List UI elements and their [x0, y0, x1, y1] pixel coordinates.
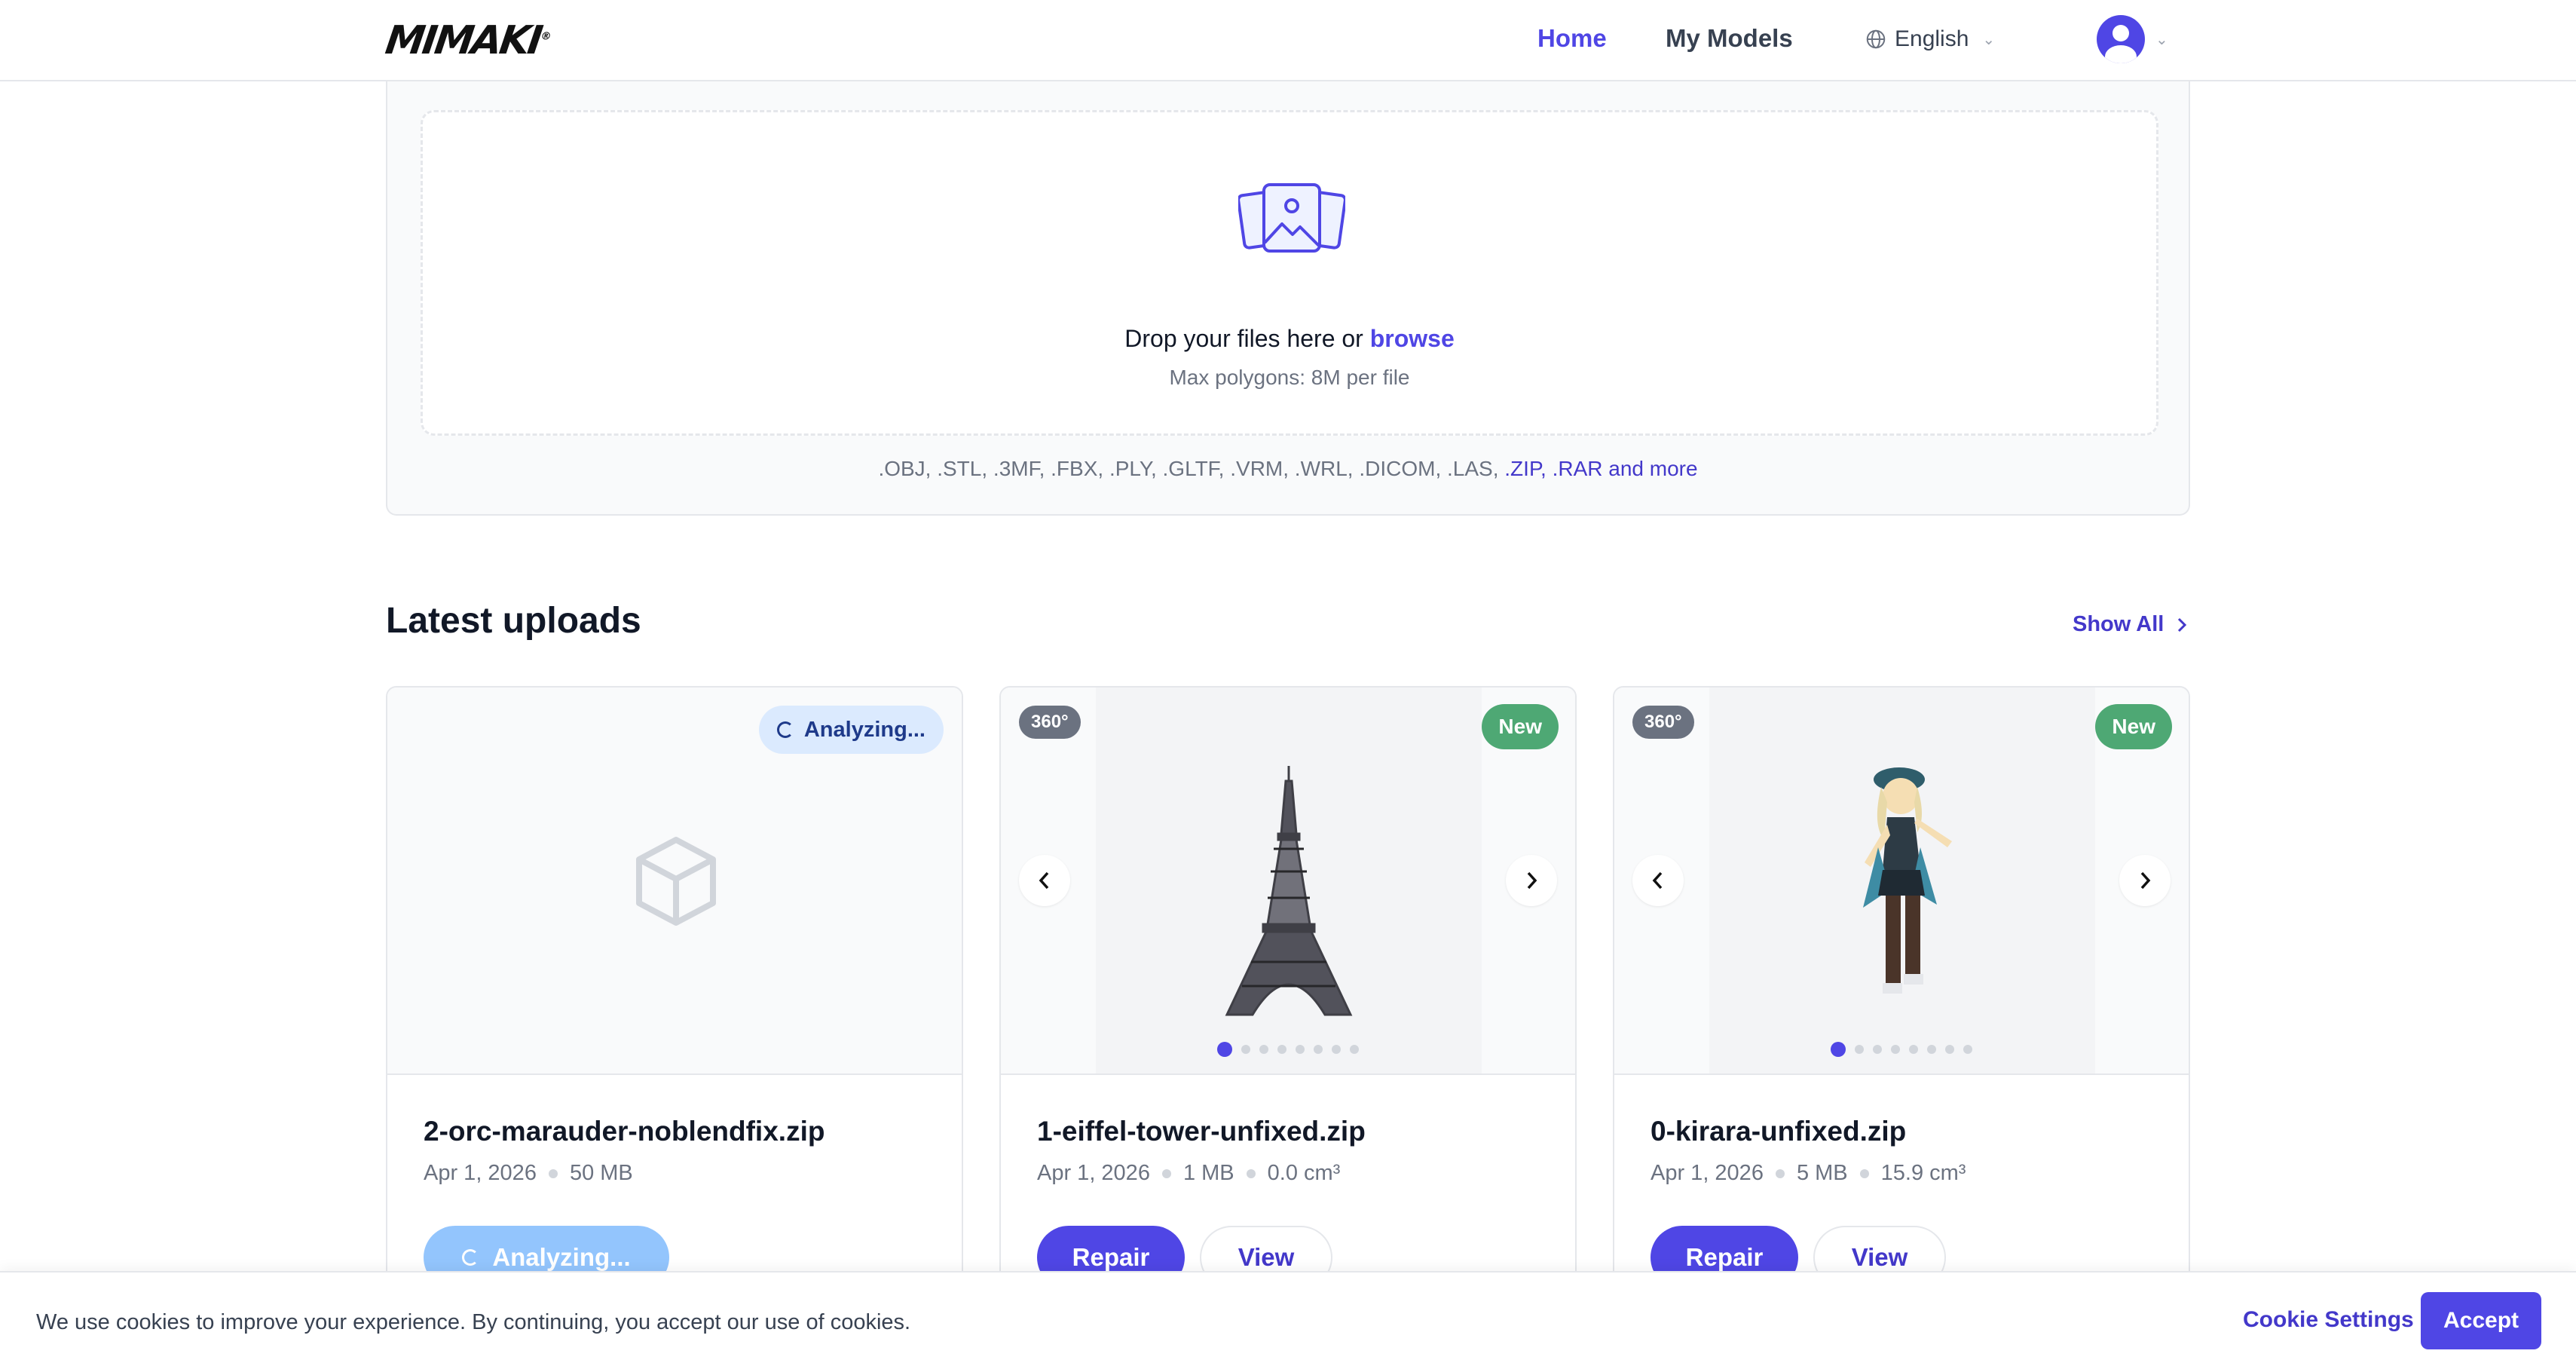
nav-my-models-link[interactable]: My Models	[1666, 24, 1793, 53]
character-model	[1863, 767, 1952, 994]
images-upload-icon	[1238, 183, 1345, 253]
upload-card: 360° New 1-eiffel-tower-unfixed.zip Apr …	[999, 686, 1577, 1369]
carousel-dot[interactable]	[1963, 1045, 1972, 1054]
model-carousel[interactable]: 360° New	[1001, 688, 1575, 1075]
supported-formats: .OBJ, .STL, .3MF, .FBX, .PLY, .GLTF, .VR…	[387, 457, 2189, 481]
logo-text: MIMAKI	[382, 18, 543, 63]
chevron-right-icon	[2178, 617, 2187, 632]
chevron-left-icon	[1652, 871, 1663, 890]
model-volume: 0.0 cm³	[1267, 1161, 1341, 1185]
file-meta: Apr 1, 2026 50 MB	[424, 1161, 633, 1186]
badge-360: 360°	[1632, 706, 1694, 739]
upload-card: 360° New 0-kirara-unfixed.zip Apr 1, 202…	[1613, 686, 2190, 1369]
model-thumbnail: Analyzing...	[387, 688, 962, 1075]
file-dropzone[interactable]: Drop your files here or browse Max polyg…	[421, 110, 2158, 436]
file-name: 1-eiffel-tower-unfixed.zip	[1037, 1116, 1366, 1147]
chevron-down-icon: ⌄	[1982, 31, 1996, 48]
carousel-dot[interactable]	[1259, 1045, 1268, 1054]
carousel-dot[interactable]	[1909, 1045, 1918, 1054]
eiffel-tower-model	[1225, 766, 1353, 1016]
carousel-next-button[interactable]	[2119, 855, 2171, 906]
model-volume: 15.9 cm³	[1880, 1161, 1966, 1185]
show-all-label: Show All	[2073, 612, 2165, 636]
file-size: 5 MB	[1796, 1161, 1848, 1185]
cube-icon	[636, 837, 716, 926]
analyzing-badge: Analyzing...	[758, 706, 944, 754]
character-preview	[1709, 688, 2095, 1073]
badge-360: 360°	[1019, 706, 1081, 739]
file-size: 1 MB	[1182, 1161, 1234, 1185]
carousel-dot[interactable]	[1927, 1045, 1936, 1054]
carousel-dot[interactable]	[1241, 1045, 1250, 1054]
chevron-right-icon	[2140, 871, 2151, 890]
carousel-dot[interactable]	[1296, 1045, 1305, 1054]
carousel-next-button[interactable]	[1506, 855, 1557, 906]
cookie-consent-bar: We use cookies to improve your experienc…	[0, 1271, 2576, 1369]
top-nav-bar: MIMAKI® Home My Models English ⌄ ⌄	[0, 0, 2576, 81]
cookie-message: We use cookies to improve your experienc…	[36, 1310, 911, 1334]
upload-date: Apr 1, 2026	[424, 1161, 537, 1185]
max-polygons-note: Max polygons: 8M per file	[1169, 366, 1410, 389]
status-badge-label: Analyzing...	[803, 717, 925, 742]
avatar	[2097, 15, 2145, 63]
file-meta: Apr 1, 2026 1 MB 0.0 cm³	[1037, 1161, 1340, 1186]
eiffel-tower-preview	[1096, 688, 1482, 1073]
spinner-icon	[776, 721, 794, 738]
spinner-icon	[462, 1249, 479, 1266]
drop-instructions: Drop your files here or browse	[423, 325, 2156, 353]
language-selector[interactable]: English ⌄	[1865, 23, 1995, 56]
globe-icon	[1866, 29, 1886, 49]
file-name: 2-orc-marauder-noblendfix.zip	[424, 1116, 825, 1147]
accept-cookies-button[interactable]: Accept	[2421, 1292, 2541, 1349]
chevron-left-icon	[1039, 871, 1049, 890]
formats-list: .OBJ, .STL, .3MF, .FBX, .PLY, .GLTF, .VR…	[878, 457, 1499, 480]
carousel-prev-button[interactable]	[1632, 855, 1684, 906]
upload-date: Apr 1, 2026	[1651, 1161, 1764, 1185]
carousel-dot[interactable]	[1350, 1045, 1359, 1054]
drop-text: Drop your files here or	[1124, 325, 1363, 352]
nav-home-link[interactable]: Home	[1537, 24, 1607, 53]
browse-link[interactable]: browse	[1370, 325, 1455, 352]
upload-panel: Drop your files here or browse Max polyg…	[386, 81, 2190, 516]
latest-uploads-title: Latest uploads	[386, 601, 641, 641]
file-size: 50 MB	[569, 1161, 633, 1185]
language-label: English	[1895, 26, 1969, 51]
carousel-dot[interactable]	[1873, 1045, 1882, 1054]
new-badge: New	[1482, 704, 1559, 749]
carousel-dot[interactable]	[1855, 1045, 1864, 1054]
show-all-link[interactable]: Show All	[2073, 612, 2188, 637]
carousel-dot[interactable]	[1891, 1045, 1900, 1054]
new-badge: New	[2095, 704, 2172, 749]
model-carousel[interactable]: 360° New	[1614, 688, 2189, 1075]
carousel-dots	[1614, 1042, 2189, 1057]
mimaki-logo[interactable]: MIMAKI®	[383, 18, 552, 63]
analyzing-button-label: Analyzing...	[492, 1243, 631, 1271]
carousel-dots	[1001, 1042, 1575, 1057]
carousel-dot[interactable]	[1831, 1042, 1846, 1057]
carousel-dot[interactable]	[1945, 1045, 1954, 1054]
carousel-dot[interactable]	[1217, 1042, 1232, 1057]
carousel-prev-button[interactable]	[1019, 855, 1070, 906]
cookie-settings-link[interactable]: Cookie Settings	[2243, 1307, 2414, 1333]
formats-more[interactable]: .ZIP, .RAR and more	[1504, 457, 1697, 480]
file-meta: Apr 1, 2026 5 MB 15.9 cm³	[1651, 1161, 1966, 1186]
chevron-right-icon	[1527, 871, 1537, 890]
file-name: 0-kirara-unfixed.zip	[1651, 1116, 1907, 1147]
carousel-dot[interactable]	[1314, 1045, 1323, 1054]
upload-card: Analyzing... 2-orc-marauder-noblendfix.z…	[386, 686, 963, 1369]
chevron-down-icon: ⌄	[2155, 31, 2168, 48]
carousel-dot[interactable]	[1277, 1045, 1286, 1054]
upload-date: Apr 1, 2026	[1037, 1161, 1150, 1185]
user-menu[interactable]: ⌄	[2097, 15, 2168, 63]
carousel-dot[interactable]	[1332, 1045, 1341, 1054]
